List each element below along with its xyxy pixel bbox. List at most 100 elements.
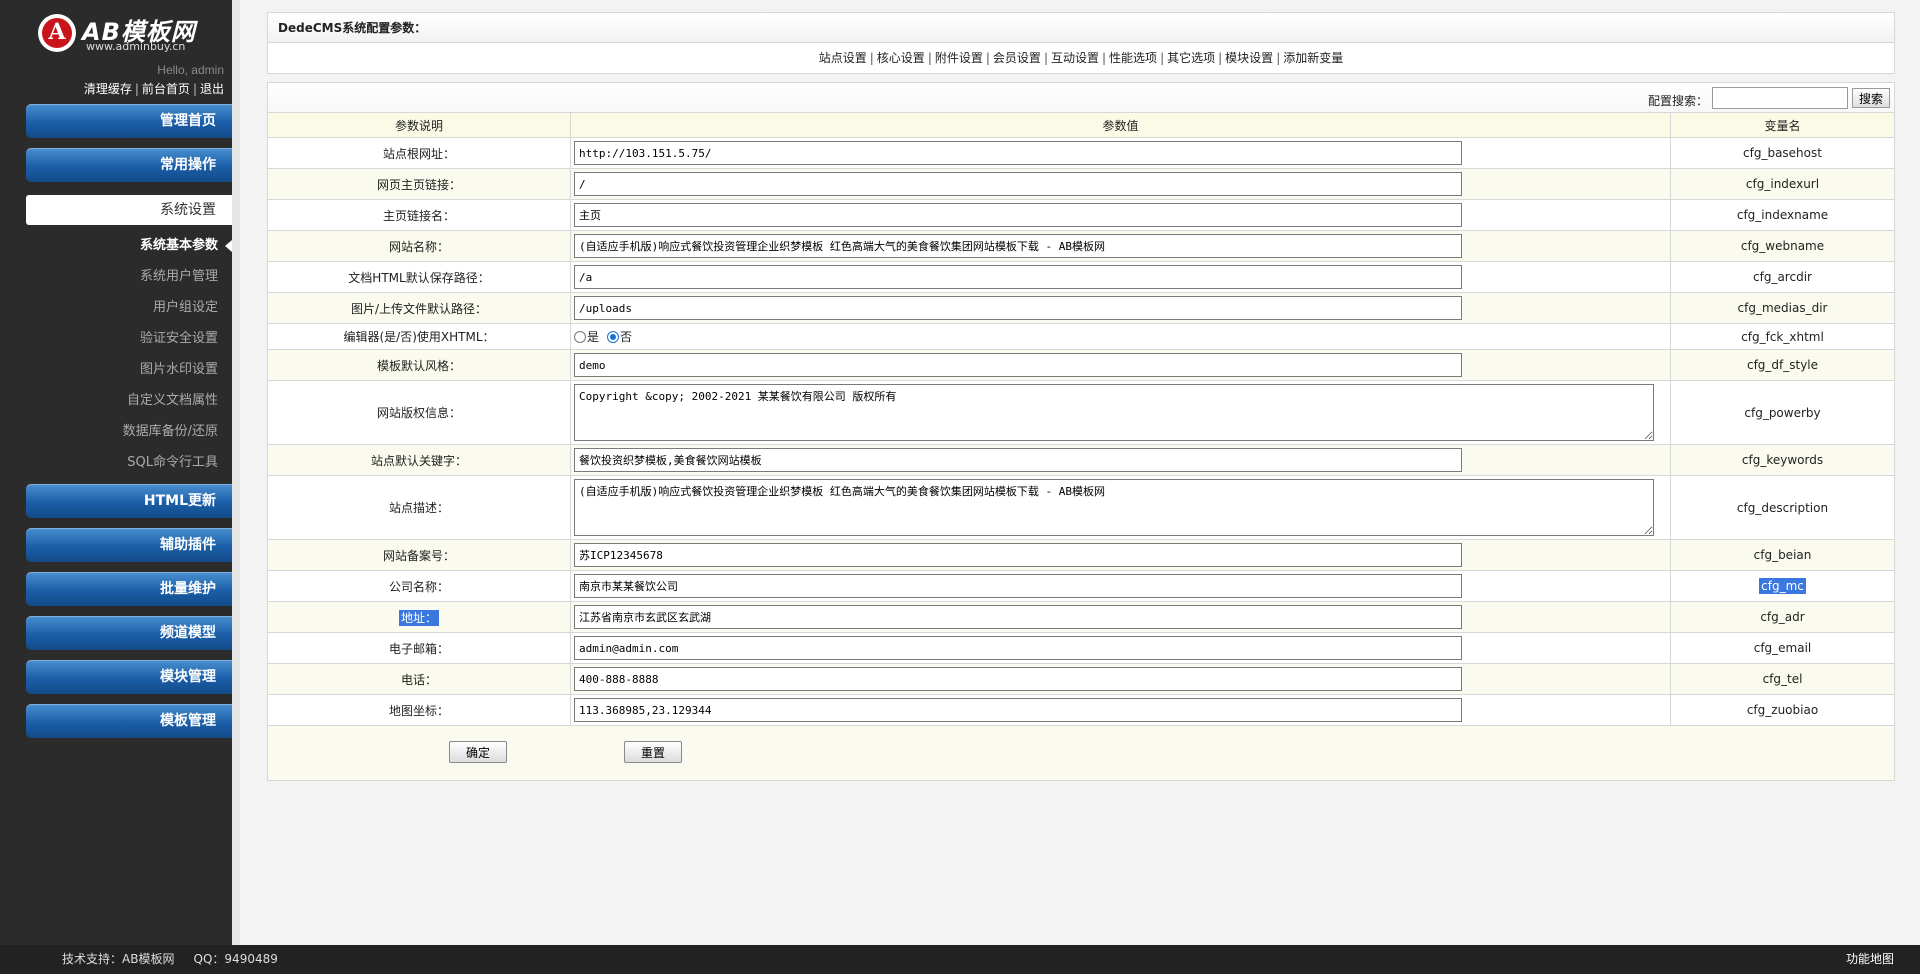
radio-label: 否 <box>620 330 633 344</box>
param-label: 地图坐标： <box>267 694 571 726</box>
table-row: 电子邮箱： cfg_email <box>267 632 1895 664</box>
logo[interactable]: A AB模板网 www.adminbuy.cn <box>38 12 208 56</box>
frame-scrollbar[interactable] <box>232 0 240 945</box>
webname-input[interactable] <box>574 234 1462 258</box>
clear-cache-link[interactable]: 清理缓存 <box>84 82 132 96</box>
tab-other-options[interactable]: 其它选项 <box>1167 51 1215 65</box>
xhtml-no-radio[interactable] <box>607 330 620 343</box>
df-style-input[interactable] <box>574 353 1462 377</box>
config-search-label: 配置搜索： <box>1647 94 1708 108</box>
indexurl-input[interactable] <box>574 172 1462 196</box>
var-name: cfg_webname <box>1670 230 1895 262</box>
logo-mark: A <box>38 14 76 52</box>
table-row: 文档HTML默认保存路径： cfg_arcdir <box>267 261 1895 293</box>
param-label: 电话： <box>267 663 571 695</box>
menu-channel-model[interactable]: 频道模型 <box>26 616 232 650</box>
tab-performance-options[interactable]: 性能选项 <box>1109 51 1157 65</box>
param-label: 公司名称： <box>267 570 571 602</box>
menu-system-settings[interactable]: 系统设置 <box>26 195 232 225</box>
tab-member-settings[interactable]: 会员设置 <box>993 51 1041 65</box>
tab-module-settings[interactable]: 模块设置 <box>1225 51 1273 65</box>
submenu-item-custom-attrs[interactable]: 自定义文档属性 <box>26 385 232 416</box>
param-label: 文档HTML默认保存路径： <box>267 261 571 293</box>
submenu-item-sql-tool[interactable]: SQL命令行工具 <box>26 447 232 478</box>
tab-interaction-settings[interactable]: 互动设置 <box>1051 51 1099 65</box>
email-input[interactable] <box>574 636 1462 660</box>
param-label: 图片/上传文件默认路径： <box>267 292 571 324</box>
frontend-home-link[interactable]: 前台首页 <box>142 82 190 96</box>
beian-input[interactable] <box>574 543 1462 567</box>
param-label: 地址： <box>398 609 439 626</box>
submenu-system: 系统基本参数 系统用户管理 用户组设定 验证安全设置 图片水印设置 自定义文档属… <box>26 230 232 478</box>
submenu-item-user-management[interactable]: 系统用户管理 <box>26 261 232 292</box>
tab-add-variable[interactable]: 添加新变量 <box>1283 51 1343 65</box>
table-row: 站点描述： (自适应手机版)响应式餐饮投资管理企业织梦模板 红色高端大气的美食餐… <box>267 475 1895 540</box>
config-search-bar: 配置搜索： 搜索 <box>267 82 1895 112</box>
hello-admin-text: Hello, admin <box>157 63 224 77</box>
menu-admin-home[interactable]: 管理首页 <box>26 104 232 138</box>
confirm-button[interactable]: 确定 <box>449 741 507 763</box>
sidebar: A AB模板网 www.adminbuy.cn Hello, admin 清理缓… <box>0 0 232 945</box>
address-input[interactable] <box>574 605 1462 629</box>
table-row: 网页主页链接： cfg_indexurl <box>267 168 1895 200</box>
submenu-item-user-groups[interactable]: 用户组设定 <box>26 292 232 323</box>
table-row: 公司名称： cfg_mc <box>267 570 1895 602</box>
keywords-input[interactable] <box>574 448 1462 472</box>
var-name: cfg_arcdir <box>1670 261 1895 293</box>
main-content: DedeCMS系统配置参数： 站点设置 | 核心设置 | 附件设置 | 会员设置 | 互动设置 |… <box>267 12 1895 781</box>
menu-batch-maintenance[interactable]: 批量维护 <box>26 572 232 606</box>
table-row: 网站名称： cfg_webname <box>267 230 1895 262</box>
param-label: 网站备案号： <box>267 539 571 571</box>
company-name-input[interactable] <box>574 574 1462 598</box>
tab-core-settings[interactable]: 核心设置 <box>877 51 925 65</box>
form-actions: 确定 重置 <box>267 726 1895 781</box>
tel-input[interactable] <box>574 667 1462 691</box>
arcdir-input[interactable] <box>574 265 1462 289</box>
medias-dir-input[interactable] <box>574 296 1462 320</box>
sitemap-link[interactable]: 功能地图 <box>1846 945 1894 974</box>
var-name: cfg_keywords <box>1670 444 1895 476</box>
menu-plugins[interactable]: 辅助插件 <box>26 528 232 562</box>
table-row: 图片/上传文件默认路径： cfg_medias_dir <box>267 292 1895 324</box>
xhtml-yes-radio[interactable] <box>574 330 586 343</box>
var-name: cfg_basehost <box>1670 137 1895 169</box>
var-name: cfg_df_style <box>1670 349 1895 381</box>
menu-template-management[interactable]: 模板管理 <box>26 704 232 738</box>
tab-attachment-settings[interactable]: 附件设置 <box>935 51 983 65</box>
config-search-button[interactable]: 搜索 <box>1852 88 1890 108</box>
submenu-item-basic-params[interactable]: 系统基本参数 <box>26 230 232 261</box>
param-label: 网页主页链接： <box>267 168 571 200</box>
config-search-input[interactable] <box>1712 87 1848 109</box>
powerby-textarea[interactable]: Copyright &copy; 2002-2021 某某餐饮有限公司 版权所有 <box>574 384 1654 441</box>
param-label: 电子邮箱： <box>267 632 571 664</box>
basehost-input[interactable] <box>574 141 1462 165</box>
table-row: 主页链接名： cfg_indexname <box>267 199 1895 231</box>
var-name: cfg_powerby <box>1670 380 1895 445</box>
header-var-name: 变量名 <box>1670 112 1895 138</box>
submenu-item-watermark[interactable]: 图片水印设置 <box>26 354 232 385</box>
menu-common-ops[interactable]: 常用操作 <box>26 148 232 182</box>
table-row: 网站备案号： cfg_beian <box>267 539 1895 571</box>
table-row: 地址： cfg_adr <box>267 601 1895 633</box>
table-row: 网站版权信息： Copyright &copy; 2002-2021 某某餐饮有… <box>267 380 1895 445</box>
submenu-item-db-backup[interactable]: 数据库备份/还原 <box>26 416 232 447</box>
tab-site-settings[interactable]: 站点设置 <box>819 51 867 65</box>
param-label: 模板默认风格： <box>267 349 571 381</box>
submenu-item-security[interactable]: 验证安全设置 <box>26 323 232 354</box>
logout-link[interactable]: 退出 <box>200 82 224 96</box>
var-name: cfg_indexname <box>1670 199 1895 231</box>
menu-module-management[interactable]: 模块管理 <box>26 660 232 694</box>
page-title: DedeCMS系统配置参数： <box>267 12 1895 43</box>
map-coords-input[interactable] <box>574 698 1462 722</box>
var-name: cfg_email <box>1670 632 1895 664</box>
config-table: 参数说明 参数值 变量名 站点根网址： cfg_basehost 网页主页链接：… <box>267 112 1895 726</box>
var-name: cfg_description <box>1670 475 1895 540</box>
table-row: 站点默认关键字： cfg_keywords <box>267 444 1895 476</box>
indexname-input[interactable] <box>574 203 1462 227</box>
menu-html-update[interactable]: HTML更新 <box>26 484 232 518</box>
description-textarea[interactable]: (自适应手机版)响应式餐饮投资管理企业织梦模板 红色高端大气的美食餐饮集团网站模… <box>574 479 1654 536</box>
var-name: cfg_tel <box>1670 663 1895 695</box>
var-name: cfg_indexurl <box>1670 168 1895 200</box>
logo-url: www.adminbuy.cn <box>86 40 186 53</box>
reset-button[interactable]: 重置 <box>624 741 682 763</box>
